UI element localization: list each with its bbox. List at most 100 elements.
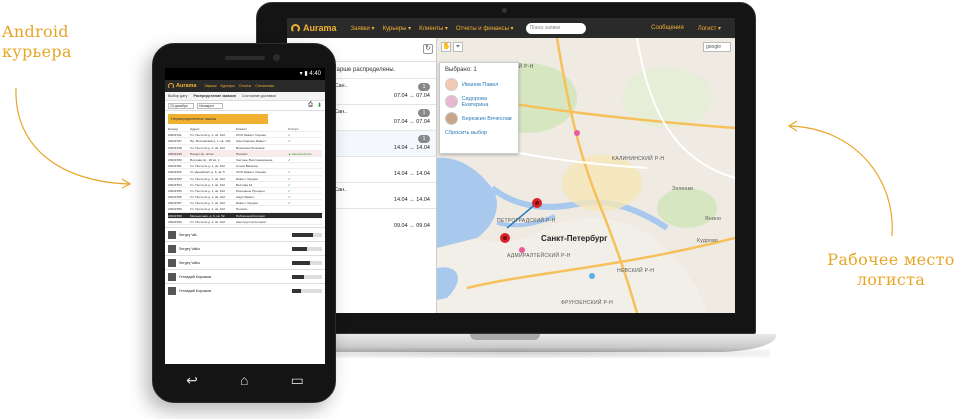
courier-photo (168, 230, 176, 239)
order-address: Ул. Декабрист д. 6, кв. 5 (190, 170, 225, 175)
order-number: 20041555 (168, 188, 182, 193)
order-address: Пащуп пр. оптик (190, 151, 214, 156)
caption-android-line1: Android (2, 22, 69, 41)
column-header: Статус (288, 127, 299, 131)
courier-row[interactable]: Геннадий Корсаков (165, 269, 325, 283)
order-number: 20041552 (168, 170, 182, 175)
order-status: ✔ (288, 133, 291, 138)
phone-nav-orders[interactable]: Заказы (204, 84, 216, 88)
order-time: 14.04 → 14.04 (393, 145, 430, 151)
order-status: ▲ Запасной вал (288, 151, 312, 156)
courier-row[interactable]: Sergey Valko (165, 255, 325, 269)
courier-row[interactable]: Sergey Val.. (165, 227, 325, 241)
tab-distribution[interactable]: Распределение заказов (194, 94, 236, 98)
caption-android-line2: курьера (2, 42, 72, 61)
order-address: Ул. Пестеля д. 1, кв. 102 (190, 207, 225, 212)
home-icon[interactable]: ⌂ (240, 372, 248, 388)
order-number: 20041551 (168, 164, 182, 169)
desktop-logo[interactable]: Aurama (291, 23, 337, 33)
nav-reports[interactable]: Отчеты и финансы ▾ (456, 25, 514, 32)
nav-user-menu[interactable]: Логист ▾ (698, 25, 721, 32)
courier-load-bar (292, 274, 322, 279)
order-time: 07.04 → 07.04 (393, 119, 430, 125)
order-status (288, 206, 318, 211)
nav-couriers[interactable]: Курьеры ▾ (383, 25, 412, 32)
order-status: ✔ (288, 188, 291, 193)
order-number: 20041549 (168, 151, 182, 156)
order-address: Ул. Пестеля д. 1, кв. 102 (190, 195, 225, 200)
order-address: Ул. Пестеля д. 1, кв. 102 (190, 201, 225, 206)
phone-logo[interactable]: Aurama (168, 83, 196, 89)
android-phone: ▾ ▮ 4:40 Aurama Заказы Курьеры Отчеты Ст… (152, 43, 336, 403)
courier-load-bar (292, 288, 322, 293)
pan-hand-icon[interactable]: ✋ (441, 42, 451, 52)
courier-name: Sergey Val.. (179, 232, 199, 237)
orders-table: Номер Адрес Клиент Статус 20041541 Ул. Пе… (168, 126, 322, 225)
order-number: 20041557 (168, 201, 182, 206)
order-status: ✔ (288, 195, 291, 200)
order-address: Ул. Пестеля д. 1, кв. 102 (190, 219, 225, 224)
avatar (445, 112, 458, 125)
order-search-input[interactable]: Поиск заявки (525, 22, 586, 34)
arrow-left-icon (15, 87, 132, 189)
order-number: 20041550 (168, 157, 182, 162)
map-label: АДМИРАЛТЕЙСКИЙ Р-Н (507, 253, 571, 259)
reset-selection-link[interactable]: Сбросить выбор (445, 130, 513, 136)
order-client: Конструктор Колорит (236, 219, 267, 224)
courier-option[interactable]: Сидорова Екатерина (445, 93, 513, 110)
order-address: Ул. Пестеля д. 1, кв. 102 (190, 176, 225, 181)
tab-select-date[interactable]: Выбор дату (168, 94, 188, 98)
back-icon[interactable]: ↩ (186, 372, 198, 389)
courier-row[interactable]: Геннадий Корсаков (165, 283, 325, 297)
order-address: Пр. Московский д. 1, кв. 102 (190, 139, 231, 144)
courier-load-bar (292, 246, 322, 251)
nav-orders[interactable]: Заявки ▾ (351, 25, 375, 32)
courier-option[interactable]: Иванов Павел (445, 76, 513, 93)
order-address: Ул. Пестеля д. 1, кв. 102 (190, 145, 225, 150)
order-time: 07.04 → 07.04 (393, 93, 430, 99)
order-status (288, 145, 318, 150)
export-icon[interactable]: ⬇ (317, 102, 322, 109)
avatar (445, 78, 458, 91)
order-status: ✔ (288, 139, 291, 144)
order-client: Алиса Ваксина (236, 164, 258, 169)
order-client: Небольшой Колорит (236, 213, 266, 218)
courier-name: Геннадий Корсаков (179, 274, 212, 279)
column-header: Адрес (190, 127, 200, 131)
tab-delivery-status[interactable]: Состояние доставки (242, 94, 276, 98)
order-status: ✔ (288, 157, 291, 162)
order-client: Инвест Оценка (236, 201, 258, 206)
order-status: ✔ (288, 182, 291, 187)
date-picker-input[interactable]: 23 декабря (168, 102, 194, 109)
order-status: ✔ (288, 170, 291, 175)
phone-nav-stats[interactable]: Статистика (255, 84, 274, 88)
lasso-icon[interactable]: ⌖ (453, 42, 463, 52)
courier-row[interactable]: Sergey Valko (165, 241, 325, 255)
order-address: Ул. Пестеля д. 1, кв. 102 (190, 182, 225, 187)
recent-apps-icon[interactable]: ▭ (291, 372, 304, 389)
phone-nav-couriers[interactable]: Курьеры (221, 84, 235, 88)
phone-filter-bar: 23 декабря Незакрыт ⎙ ⬇ (165, 101, 325, 111)
order-address: Восхова пр., 20 кв. 4 (190, 157, 220, 162)
map-label: ПЕТРОГРАДСКИЙ Р-Н (497, 218, 556, 224)
order-status (288, 163, 318, 168)
phone-tabs: Выбор дату Распределение заказов Состоян… (165, 92, 325, 101)
refresh-icon[interactable]: ↻ (423, 44, 433, 54)
caption-logist-line1: Рабочее место (827, 250, 955, 269)
status-filter-select[interactable]: Незакрыт (197, 102, 223, 109)
table-row[interactable]: 20041560 Ул. Пестеля д. 1, кв. 102 Констру… (168, 219, 322, 225)
nav-clients[interactable]: Клиенты ▾ (419, 25, 448, 32)
courier-option[interactable]: Березкин Вячеслав (445, 110, 513, 127)
order-address: Ул. Пестеля д. 1, кв. 102 (190, 133, 225, 138)
map-label: НЕВСКИЙ Р-Н (617, 268, 655, 274)
map-type-select[interactable]: google (703, 42, 731, 52)
courier-name: Сидорова Екатерина (461, 95, 489, 108)
status-bar: ▾ ▮ 4:40 (165, 68, 325, 80)
print-icon[interactable]: ⎙ (308, 102, 313, 109)
order-address: Мельничная, д. 6, кв. 52 (190, 213, 225, 218)
phone-nav-reports[interactable]: Отчеты (239, 84, 251, 88)
order-client: Восхова 44 (236, 182, 253, 187)
nav-messages[interactable]: Сообщения (651, 25, 684, 31)
order-client: Частное Восстановление (236, 157, 273, 162)
signal-icon: ▾ ▮ (299, 71, 310, 77)
